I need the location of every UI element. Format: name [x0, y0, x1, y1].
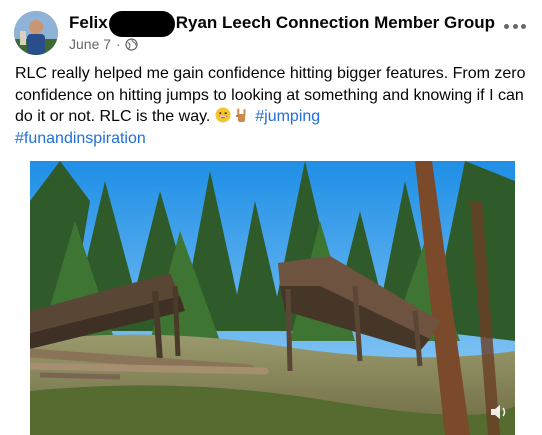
- post-text: RLC really helped me gain confidence hit…: [15, 63, 530, 149]
- more-options-icon[interactable]: [504, 20, 526, 32]
- post-date[interactable]: June 7: [69, 36, 111, 52]
- grinning-face-emoji: [215, 107, 231, 123]
- hashtag-funandinspiration[interactable]: #funandinspiration: [15, 130, 146, 147]
- post-meta: June 7 ·: [69, 35, 138, 53]
- redaction-mark: [108, 11, 175, 37]
- sound-icon[interactable]: [489, 403, 509, 421]
- hashtag-jumping[interactable]: #jumping: [255, 108, 320, 125]
- rock-on-hand-emoji: [235, 108, 246, 122]
- group-post: Felix Ryan Leech Connection Member Group…: [0, 0, 542, 435]
- avatar-photo: [14, 11, 58, 55]
- post-author-line: Felix Ryan Leech Connection Member Group: [69, 11, 495, 37]
- video-frame: [30, 161, 515, 435]
- globe-icon[interactable]: [125, 37, 138, 51]
- author-name[interactable]: Felix: [69, 13, 108, 33]
- post-video[interactable]: [30, 161, 515, 435]
- group-name[interactable]: Ryan Leech Connection Member Group: [176, 13, 495, 33]
- meta-separator: ·: [116, 36, 121, 52]
- avatar[interactable]: [14, 11, 58, 55]
